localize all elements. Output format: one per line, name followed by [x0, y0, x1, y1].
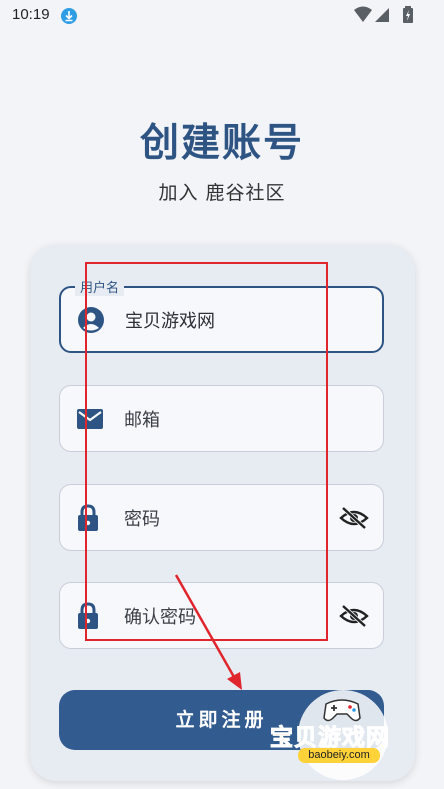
visibility-off-icon[interactable] [339, 604, 369, 628]
password-placeholder: 密码 [124, 508, 160, 530]
username-label: 用户名 [75, 277, 125, 296]
battery-icon [403, 6, 413, 23]
download-icon [61, 8, 77, 24]
confirm-password-field[interactable]: 确认密码 [59, 582, 384, 649]
wifi-icon [354, 6, 372, 22]
mail-icon [77, 408, 103, 429]
lock-icon [78, 601, 98, 629]
page-subtitle: 加入 鹿谷社区 [158, 182, 286, 204]
lock-icon [78, 503, 98, 531]
username-value: 宝贝游戏网 [125, 310, 215, 332]
email-placeholder: 邮箱 [124, 409, 160, 431]
account-circle-icon [78, 306, 104, 333]
page-title: 创建账号 [139, 121, 304, 166]
status-bar: 10:19 [0, 0, 444, 30]
confirm-password-placeholder: 确认密码 [124, 606, 196, 628]
email-field[interactable]: 邮箱 [59, 385, 384, 452]
register-button[interactable]: 立即注册 [59, 690, 384, 750]
visibility-off-icon[interactable] [339, 506, 369, 530]
signal-icon [375, 8, 389, 22]
username-field[interactable]: 用户名 宝贝游戏网 [59, 277, 384, 353]
password-field[interactable]: 密码 [59, 484, 384, 551]
status-time: 10:19 [12, 6, 50, 23]
